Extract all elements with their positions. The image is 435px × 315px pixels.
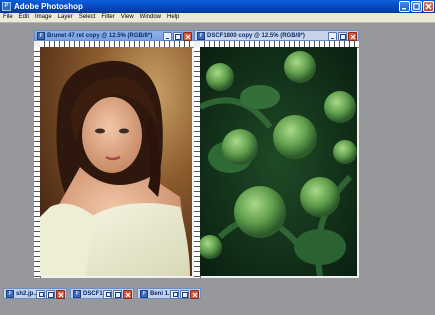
menu-help[interactable]: Help	[164, 13, 182, 22]
close-icon	[58, 292, 63, 297]
close-icon	[125, 292, 130, 297]
document-window-plant[interactable]: P DSCF1800 copy @ 12.5% (RGB/8*)	[194, 30, 359, 278]
maximize-icon	[181, 291, 188, 298]
document-controls	[328, 32, 357, 41]
restore-button[interactable]	[36, 290, 45, 299]
close-button[interactable]	[423, 1, 434, 12]
window-controls	[399, 1, 434, 12]
menu-file[interactable]: File	[0, 13, 16, 22]
document-title: DSCF1800 copy @ 12.5% (RGB/8*)	[207, 33, 305, 39]
image-canvas-plant[interactable]	[200, 47, 357, 276]
menu-bar: File Edit Image Layer Select Filter View…	[0, 13, 435, 23]
minimized-document-1[interactable]: P sh2.jp...	[3, 288, 67, 299]
document-controls	[36, 290, 65, 299]
maximize-button[interactable]	[113, 290, 122, 299]
maximize-icon	[47, 291, 54, 298]
maximize-icon	[114, 291, 121, 298]
menu-image[interactable]: Image	[32, 13, 55, 22]
doc-close-button[interactable]	[183, 32, 192, 41]
menu-window[interactable]: Window	[137, 13, 164, 22]
document-window-portrait[interactable]: P Brunet 47 ret copy @ 12.5% (RGB/8*)	[34, 30, 194, 278]
minimize-icon	[402, 8, 406, 10]
doc-close-button[interactable]	[348, 32, 357, 41]
document-titlebar[interactable]: P Brunet 47 ret copy @ 12.5% (RGB/8*)	[34, 30, 194, 41]
restore-button[interactable]	[170, 290, 179, 299]
close-button[interactable]	[190, 290, 199, 299]
close-icon	[425, 3, 432, 10]
restore-icon	[172, 291, 178, 297]
app-title: Adobe Photoshop	[14, 2, 83, 11]
close-icon	[185, 34, 190, 39]
restore-button[interactable]	[103, 290, 112, 299]
close-icon	[350, 34, 355, 39]
maximize-icon	[413, 3, 420, 10]
doc-maximize-button[interactable]	[338, 32, 347, 41]
menu-view[interactable]: View	[118, 13, 137, 22]
maximize-button[interactable]	[46, 290, 55, 299]
menu-edit[interactable]: Edit	[16, 13, 32, 22]
maximize-button[interactable]	[411, 1, 422, 12]
minimized-document-3[interactable]: P Beni 1...	[137, 288, 201, 299]
minimized-title: sh2.jp...	[16, 291, 39, 297]
restore-icon	[38, 291, 44, 297]
image-canvas-portrait[interactable]	[40, 47, 192, 276]
minimize-button[interactable]	[399, 1, 410, 12]
menu-layer[interactable]: Layer	[55, 13, 76, 22]
restore-icon	[105, 291, 111, 297]
maximize-icon	[339, 33, 346, 40]
portrait-image	[40, 47, 192, 276]
document-icon: P	[140, 290, 148, 298]
menu-filter[interactable]: Filter	[98, 13, 117, 22]
maximize-button[interactable]	[180, 290, 189, 299]
doc-minimize-button[interactable]	[328, 32, 337, 41]
document-controls	[163, 32, 192, 41]
menu-select[interactable]: Select	[76, 13, 99, 22]
close-button[interactable]	[56, 290, 65, 299]
doc-maximize-button[interactable]	[173, 32, 182, 41]
minimize-icon	[330, 37, 334, 39]
document-icon: P	[37, 32, 45, 40]
photoshop-app-icon[interactable]: P	[2, 2, 11, 11]
minimized-document-2[interactable]: P DSCF1...	[70, 288, 134, 299]
document-icon: P	[6, 290, 14, 298]
app-titlebar: P Adobe Photoshop	[0, 0, 435, 13]
doc-minimize-button[interactable]	[163, 32, 172, 41]
document-icon: P	[73, 290, 81, 298]
close-icon	[192, 292, 197, 297]
minimize-icon	[165, 37, 169, 39]
plant-image	[200, 47, 357, 276]
document-title: Brunet 47 ret copy @ 12.5% (RGB/8*)	[47, 33, 153, 39]
document-titlebar[interactable]: P DSCF1800 copy @ 12.5% (RGB/8*)	[194, 30, 359, 41]
close-button[interactable]	[123, 290, 132, 299]
document-icon: P	[197, 32, 205, 40]
maximize-icon	[174, 33, 181, 40]
document-controls	[103, 290, 132, 299]
document-controls	[170, 290, 199, 299]
